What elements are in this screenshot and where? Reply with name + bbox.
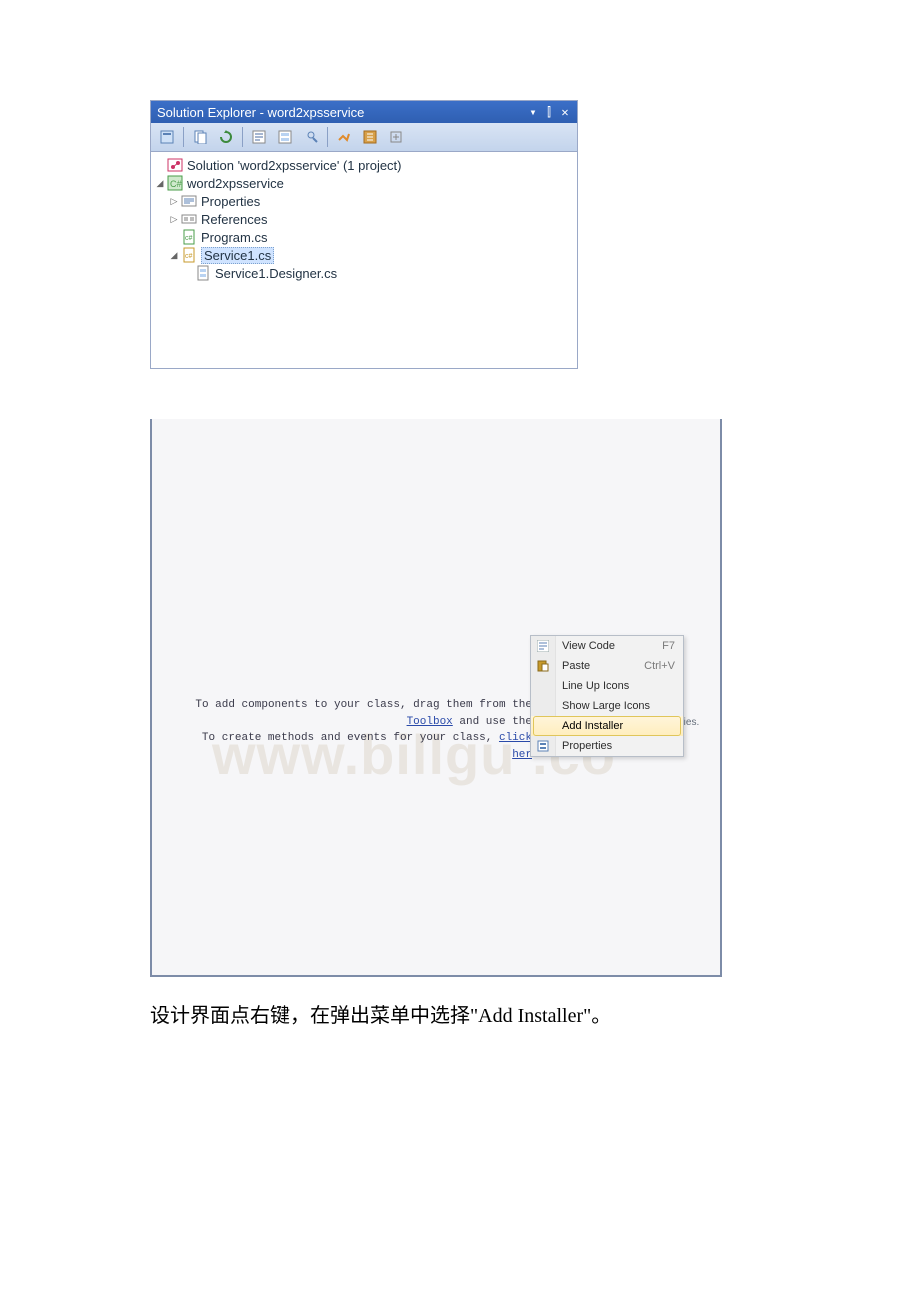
menu-item-add-installer[interactable]: Add Installer	[531, 716, 683, 736]
toolbar-divider	[327, 127, 328, 147]
paste-icon	[531, 656, 556, 676]
tree-node-label: Properties	[201, 194, 260, 209]
expand-icon[interactable]	[384, 125, 408, 149]
properties-icon	[531, 736, 556, 756]
expand-icon[interactable]: ▷	[167, 196, 181, 207]
tree-node-label: Service1.cs	[201, 247, 274, 264]
menu-item-label: Add Installer	[556, 720, 675, 732]
tree-node-label: Service1.Designer.cs	[215, 266, 337, 281]
csharp-class-icon: c#	[181, 247, 197, 263]
blank-icon	[531, 676, 556, 696]
refresh-icon[interactable]	[214, 125, 238, 149]
blank-icon	[531, 696, 556, 716]
menu-item-paste[interactable]: Paste Ctrl+V	[531, 656, 683, 676]
tree-node-project[interactable]: ◢ C# word2xpsservice	[153, 174, 575, 192]
collapse-icon[interactable]: ◢	[153, 178, 167, 189]
svg-text:c#: c#	[185, 235, 193, 242]
toolbar-divider	[183, 127, 184, 147]
solution-tree: Solution 'word2xpsservice' (1 project) ◢…	[151, 152, 577, 368]
sync-icon[interactable]	[332, 125, 356, 149]
tree-node-references[interactable]: ▷ References	[153, 210, 575, 228]
designer-file-icon	[195, 265, 211, 281]
wrench-icon	[181, 193, 197, 209]
class-view-icon[interactable]	[299, 125, 323, 149]
csharp-file-icon: c#	[181, 229, 197, 245]
tree-node-solution[interactable]: Solution 'word2xpsservice' (1 project)	[153, 156, 575, 174]
designer-context-menu: View Code F7 Paste Ctrl+V Line Up Icons …	[530, 635, 684, 757]
click-here-link[interactable]: click her	[499, 732, 532, 761]
csharp-project-icon: C#	[167, 175, 183, 191]
designer-hint-text: To add components to your class, drag th…	[187, 697, 532, 763]
references-icon	[181, 211, 197, 227]
tree-node-label: Program.cs	[201, 230, 267, 245]
hint-line1a: To add components to your class, drag th…	[195, 699, 532, 711]
solution-icon	[167, 157, 183, 173]
tree-node-label: Solution 'word2xpsservice' (1 project)	[187, 158, 402, 173]
view-code-icon[interactable]	[247, 125, 271, 149]
svg-text:c#: c#	[185, 253, 193, 260]
expand-icon[interactable]: ▷	[167, 214, 181, 225]
solution-explorer-title: Solution Explorer - word2xpsservice	[155, 105, 525, 120]
solution-explorer-titlebar[interactable]: Solution Explorer - word2xpsservice ▾ ⫿ …	[151, 101, 577, 123]
menu-item-label: Paste	[556, 660, 644, 672]
properties-icon[interactable]	[155, 125, 179, 149]
caption-text: 设计界面点右键，在弹出菜单中选择"Add Installer"。	[150, 999, 920, 1028]
toolbar-divider	[242, 127, 243, 147]
service-designer-surface[interactable]: www.billgu .co To add components to your…	[150, 419, 722, 977]
tree-node-label: word2xpsservice	[187, 176, 284, 191]
tree-node-properties[interactable]: ▷ Properties	[153, 192, 575, 210]
hint-line2a: To create methods and events for your cl…	[202, 732, 499, 744]
window-dropdown-icon[interactable]: ▾	[525, 106, 541, 118]
menu-item-shortcut: Ctrl+V	[644, 660, 683, 672]
tree-node-program[interactable]: c# Program.cs	[153, 228, 575, 246]
hint-line1b: and use the	[453, 716, 532, 728]
menu-item-label: Show Large Icons	[556, 700, 675, 712]
solution-explorer-toolbar	[151, 123, 577, 152]
collapse-icon[interactable]: ◢	[167, 250, 181, 261]
tree-node-label: References	[201, 212, 267, 227]
close-icon[interactable]: ✕	[557, 106, 573, 118]
blank-icon	[531, 716, 556, 736]
pin-icon[interactable]: ⫿	[541, 106, 557, 118]
menu-item-label: View Code	[556, 640, 662, 652]
menu-item-show-large-icons[interactable]: Show Large Icons	[531, 696, 683, 716]
menu-item-line-up-icons[interactable]: Line Up Icons	[531, 676, 683, 696]
nest-icon[interactable]	[358, 125, 382, 149]
tree-node-service1[interactable]: ◢ c# Service1.cs	[153, 246, 575, 264]
toolbox-link[interactable]: Toolbox	[407, 716, 453, 728]
menu-item-shortcut: F7	[662, 640, 683, 652]
menu-item-view-code[interactable]: View Code F7	[531, 636, 683, 656]
show-all-files-icon[interactable]	[188, 125, 212, 149]
menu-item-label: Line Up Icons	[556, 680, 675, 692]
menu-item-properties[interactable]: Properties	[531, 736, 683, 756]
solution-explorer-panel: Solution Explorer - word2xpsservice ▾ ⫿ …	[150, 100, 578, 369]
menu-item-label: Properties	[556, 740, 675, 752]
code-icon	[531, 636, 556, 656]
view-designer-icon[interactable]	[273, 125, 297, 149]
svg-text:C#: C#	[170, 179, 182, 189]
tree-node-service1-designer[interactable]: Service1.Designer.cs	[153, 264, 575, 282]
